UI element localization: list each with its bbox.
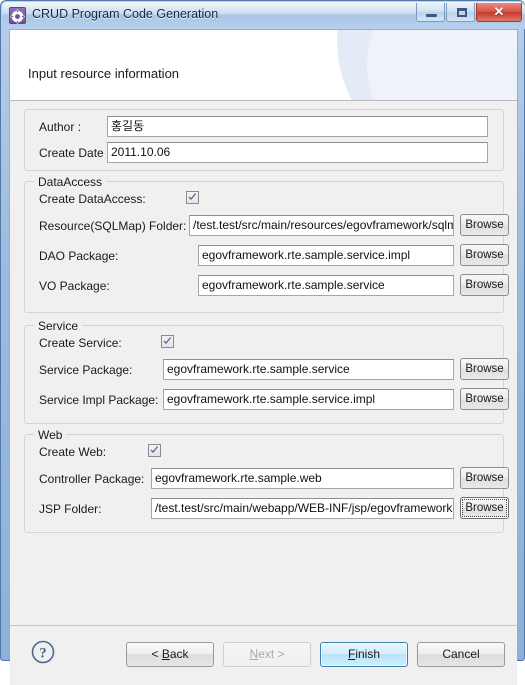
finish-button[interactable]: Finish xyxy=(320,642,408,667)
window-title: CRUD Program Code Generation xyxy=(32,7,219,21)
banner-decoration-inner xyxy=(367,30,517,100)
service-package-input[interactable]: egovframework.rte.sample.service xyxy=(163,359,454,380)
resource-folder-input[interactable]: /test.test/src/main/resources/egovframew… xyxy=(189,215,454,236)
web-legend: Web xyxy=(34,428,67,442)
service-impl-package-browse-button[interactable]: Browse xyxy=(460,388,509,410)
service-group: Service Create Service: Service Package:… xyxy=(24,319,509,424)
minimize-icon xyxy=(426,14,437,17)
vo-package-input[interactable]: egovframework.rte.sample.service xyxy=(198,275,454,296)
create-dataaccess-checkbox[interactable] xyxy=(186,191,199,204)
svg-text:?: ? xyxy=(39,645,47,661)
create-web-checkbox[interactable] xyxy=(148,444,161,457)
service-legend: Service xyxy=(34,319,83,333)
service-impl-package-input[interactable]: egovframework.rte.sample.service.impl xyxy=(163,389,454,410)
form-panel: Author : 홍길동 Create Date : 2011.10.06 Da… xyxy=(10,101,517,626)
dao-package-label: DAO Package: xyxy=(39,249,119,263)
jsp-folder-browse-button[interactable]: Browse xyxy=(460,497,509,519)
dao-package-browse-button[interactable]: Browse xyxy=(460,244,509,266)
controller-package-browse-button[interactable]: Browse xyxy=(460,467,509,489)
wizard-banner: Input resource information xyxy=(10,30,517,101)
question-mark-icon: ? xyxy=(31,640,55,664)
dialog-footer: ? < Back Next > Finish Cancel xyxy=(10,626,517,685)
dialog-buttons: < Back Next > Finish Cancel xyxy=(126,642,505,667)
create-dataaccess-label: Create DataAccess: xyxy=(39,192,146,206)
create-date-label: Create Date : xyxy=(39,146,111,160)
service-impl-package-label: Service Impl Package: xyxy=(39,393,159,407)
web-group: Web Create Web: Controller Package: egov… xyxy=(24,428,509,533)
author-input[interactable]: 홍길동 xyxy=(107,116,488,137)
author-label: Author : xyxy=(39,120,82,134)
vo-package-label: VO Package: xyxy=(39,279,110,293)
maximize-button[interactable] xyxy=(446,3,475,22)
service-package-label: Service Package: xyxy=(39,363,133,377)
dataaccess-group: DataAccess Create DataAccess: Resource(S… xyxy=(24,175,509,313)
service-package-browse-button[interactable]: Browse xyxy=(460,358,509,380)
create-service-checkbox[interactable] xyxy=(161,335,174,348)
window-controls: ✕ xyxy=(416,3,522,22)
back-button[interactable]: < Back xyxy=(126,642,214,667)
jsp-folder-label: JSP Folder: xyxy=(39,502,102,516)
controller-package-label: Controller Package: xyxy=(39,472,145,486)
create-service-label: Create Service: xyxy=(39,336,122,350)
title-bar[interactable]: CRUD Program Code Generation ✕ xyxy=(2,2,525,29)
dialog-client-area: Input resource information Author : 홍길동 … xyxy=(9,29,518,685)
close-button[interactable]: ✕ xyxy=(476,3,522,22)
page-title: Input resource information xyxy=(28,66,180,81)
author-group: Author : 홍길동 Create Date : 2011.10.06 xyxy=(24,109,504,171)
dataaccess-legend: DataAccess xyxy=(34,175,107,189)
controller-package-input[interactable]: egovframework.rte.sample.web xyxy=(151,468,454,489)
jsp-folder-browse-label: Browse xyxy=(465,502,504,514)
create-date-input[interactable]: 2011.10.06 xyxy=(107,142,488,163)
check-icon xyxy=(188,193,197,200)
cancel-button[interactable]: Cancel xyxy=(417,642,505,667)
close-icon: ✕ xyxy=(493,4,505,19)
gear-icon xyxy=(9,7,26,24)
jsp-folder-input[interactable]: /test.test/src/main/webapp/WEB-INF/jsp/e… xyxy=(151,498,454,519)
check-icon xyxy=(150,446,159,453)
resource-folder-browse-button[interactable]: Browse xyxy=(460,214,509,236)
minimize-button[interactable] xyxy=(416,3,445,22)
create-web-label: Create Web: xyxy=(39,445,107,459)
resource-folder-label: Resource(SQLMap) Folder: xyxy=(39,219,187,233)
vo-package-browse-button[interactable]: Browse xyxy=(460,274,509,296)
next-button[interactable]: Next > xyxy=(223,642,311,667)
help-button[interactable]: ? xyxy=(30,639,56,665)
dao-package-input[interactable]: egovframework.rte.sample.service.impl xyxy=(198,245,454,266)
check-icon xyxy=(163,337,172,344)
dialog-window: CRUD Program Code Generation ✕ Input res… xyxy=(0,0,525,685)
maximize-icon xyxy=(457,8,467,17)
